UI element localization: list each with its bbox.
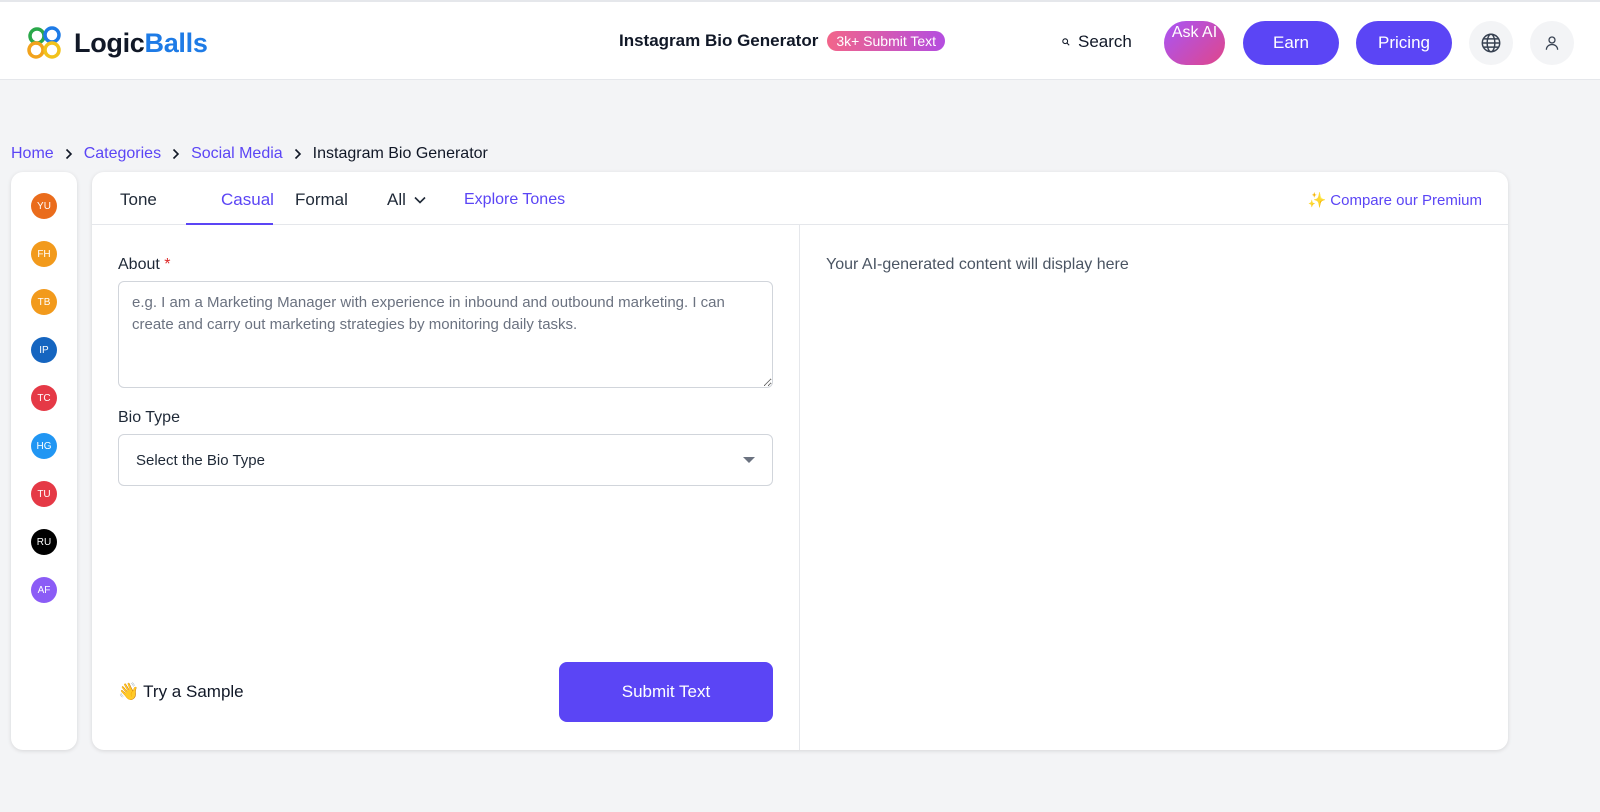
globe-icon: [1481, 33, 1501, 53]
breadcrumb-categories[interactable]: Categories: [84, 145, 161, 163]
search-icon: [1062, 38, 1070, 46]
try-sample-label: Try a Sample: [143, 682, 244, 701]
tab-all-dropdown[interactable]: All: [387, 190, 426, 210]
chevron-down-icon: [414, 196, 426, 204]
search-button[interactable]: Search: [1062, 32, 1132, 52]
avatar[interactable]: FH: [31, 241, 57, 267]
explore-tones-link[interactable]: Explore Tones: [464, 191, 565, 209]
page-title: Instagram Bio Generator: [619, 31, 819, 50]
tab-casual[interactable]: Casual: [204, 190, 291, 210]
breadcrumb: Home Categories Social Media Instagram B…: [11, 145, 488, 163]
avatar[interactable]: YU: [31, 193, 57, 219]
search-label: Search: [1078, 32, 1132, 51]
account-button[interactable]: [1530, 21, 1574, 65]
output-placeholder: Your AI-generated content will display h…: [826, 256, 1129, 273]
user-avatars-sidebar: YU FH TB IP TC HG TU RU AF: [11, 172, 77, 750]
bio-type-label: Bio Type: [118, 409, 180, 426]
chevron-right-icon: [172, 148, 180, 160]
breadcrumb-current: Instagram Bio Generator: [312, 145, 488, 162]
ask-ai-button[interactable]: Ask AI: [1164, 21, 1225, 65]
logo-text: LogicBalls: [74, 27, 208, 58]
submit-button[interactable]: Submit Text: [559, 662, 773, 722]
tab-all-label: All: [387, 190, 406, 209]
top-header: LogicBalls Instagram Bio Generator 3k+ S…: [0, 0, 1600, 80]
bio-type-select[interactable]: Select the Bio Type: [118, 434, 773, 486]
try-sample-button[interactable]: 👋 Try a Sample: [118, 682, 244, 702]
bio-type-value: Select the Bio Type: [136, 451, 265, 469]
avatar[interactable]: IP: [31, 337, 57, 363]
user-icon: [1545, 36, 1559, 50]
breadcrumb-home[interactable]: Home: [11, 145, 54, 163]
required-asterisk: *: [164, 256, 171, 273]
panel-divider: [799, 225, 800, 750]
avatar[interactable]: TB: [31, 289, 57, 315]
submit-count-badge: 3k+ Submit Text: [827, 31, 946, 51]
waving-hand-icon: 👋: [118, 682, 140, 701]
chevron-right-icon: [65, 148, 73, 160]
avatar[interactable]: TU: [31, 481, 57, 507]
tone-tabs: Tone Casual Formal All Explore Tones ✨ C…: [92, 172, 1508, 225]
avatar[interactable]: HG: [31, 433, 57, 459]
caret-down-icon: [743, 457, 755, 463]
earn-button[interactable]: Earn: [1243, 21, 1339, 65]
chevron-right-icon: [294, 148, 302, 160]
tab-formal[interactable]: Formal: [295, 190, 348, 210]
header-title-group: Instagram Bio Generator 3k+ Submit Text: [619, 31, 946, 51]
pricing-button[interactable]: Pricing: [1356, 21, 1452, 65]
avatar[interactable]: AF: [31, 577, 57, 603]
about-label: About *: [118, 256, 171, 273]
language-button[interactable]: [1469, 21, 1513, 65]
breadcrumb-social-media[interactable]: Social Media: [191, 145, 283, 163]
active-tab-indicator: [186, 223, 273, 225]
tab-tone-label: Tone: [120, 190, 157, 209]
avatar[interactable]: TC: [31, 385, 57, 411]
avatar[interactable]: RU: [31, 529, 57, 555]
generator-card: Tone Casual Formal All Explore Tones ✨ C…: [92, 172, 1508, 750]
logo[interactable]: LogicBalls: [24, 22, 208, 64]
compare-premium-link[interactable]: ✨ Compare our Premium: [1307, 191, 1482, 209]
logo-icon: [27, 26, 61, 59]
about-textarea[interactable]: [118, 281, 773, 388]
